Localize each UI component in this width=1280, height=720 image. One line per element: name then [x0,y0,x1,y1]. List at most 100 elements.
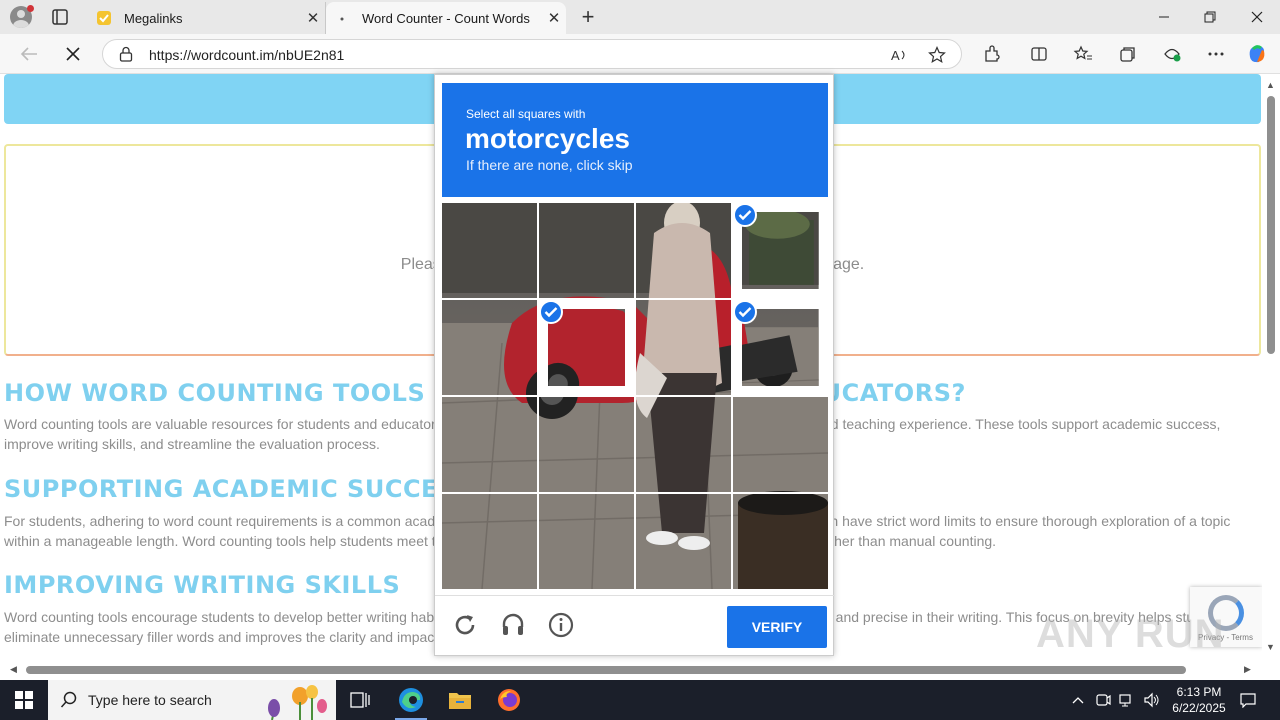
taskbar-clock[interactable]: 6:13 PM 6/22/2025 [1162,684,1236,716]
captcha-tile[interactable] [442,494,537,589]
captcha-tile[interactable] [442,203,537,298]
captcha-tile-image [636,494,731,589]
taskbar-search-box[interactable]: Type here to search [48,680,336,720]
edge-browser-icon[interactable] [387,680,435,720]
captcha-tile[interactable] [442,300,537,395]
captcha-footer: VERIFY [435,595,835,655]
close-window-icon[interactable] [1234,0,1280,34]
search-icon [60,691,77,708]
network-icon[interactable] [1116,680,1138,720]
horizontal-scroll-thumb[interactable] [26,666,1186,674]
scroll-right-icon[interactable]: ▶ [1244,664,1251,675]
captcha-tile[interactable] [539,203,634,298]
lock-icon[interactable] [119,46,133,67]
show-hidden-icons-chevron-icon[interactable] [1066,680,1090,720]
recaptcha-challenge: Select all squares with motorcycles If t… [434,74,835,656]
tab-title: Megalinks [124,10,183,26]
vertical-scroll-thumb[interactable] [1267,96,1275,354]
read-aloud-icon[interactable]: A [889,45,909,65]
captcha-target: motorcycles [465,123,630,154]
vertical-scrollbar[interactable]: ▲ ▼ [1262,74,1280,660]
captcha-tile[interactable] [442,397,537,492]
captcha-tile[interactable] [636,203,731,298]
info-icon[interactable] [546,610,576,640]
captcha-tile-image [442,494,537,589]
captcha-tile[interactable] [636,300,731,395]
meet-now-icon[interactable] [1092,680,1114,720]
scroll-up-icon[interactable]: ▲ [1266,80,1275,90]
captcha-tile-image [539,203,634,298]
captcha-tile[interactable] [733,397,828,492]
scroll-left-icon[interactable]: ◀ [10,664,17,675]
captcha-tile-image [548,309,625,386]
captcha-tile-image [442,203,537,298]
anyrun-watermark: ANY RUN [1036,612,1225,656]
minimize-icon[interactable] [1141,0,1187,34]
firefox-icon[interactable] [485,680,533,720]
close-tab-icon[interactable]: ✕ [301,9,325,27]
collections-icon[interactable] [1113,40,1143,68]
captcha-tile-image [742,212,819,289]
browser-toolbar: https://wordcount.im/nbUE2n81 A [0,34,1280,74]
search-placeholder[interactable]: Type here to search [88,692,212,708]
captcha-tile-image [636,203,731,298]
new-tab-button[interactable]: + [576,4,600,30]
tile-selected-check-icon [733,300,757,324]
captcha-header: Select all squares with motorcycles If t… [442,83,828,197]
browser-essentials-icon[interactable] [1157,40,1187,68]
scroll-down-icon[interactable]: ▼ [1266,642,1275,652]
tab-actions-icon[interactable] [50,8,70,26]
captcha-tile[interactable] [539,300,634,395]
captcha-tile-image [539,397,634,492]
captcha-tile[interactable] [636,397,731,492]
reload-icon[interactable] [450,610,480,640]
windows-start-icon[interactable] [0,680,48,720]
address-bar[interactable]: https://wordcount.im/nbUE2n81 A [102,39,962,69]
file-explorer-icon[interactable] [436,680,484,720]
task-view-icon[interactable] [336,680,384,720]
loading-favicon-icon [334,10,350,26]
tab-megalinks[interactable]: Megalinks ✕ [88,2,326,34]
browser-title-bar: Megalinks ✕ Word Counter - Count Words ✕… [0,0,1280,34]
captcha-tile-image [742,309,819,386]
captcha-instruction: Select all squares with [466,107,586,121]
captcha-tile[interactable] [733,494,828,589]
captcha-tile-image [442,300,537,395]
stop-loading-icon[interactable] [58,40,88,68]
captcha-tile[interactable] [733,300,828,395]
search-highlight-flowers-icon [268,685,327,720]
close-tab-icon[interactable]: ✕ [542,9,566,27]
captcha-tile-image [733,397,828,492]
copilot-icon[interactable] [1242,40,1272,68]
favorites-icon[interactable] [1068,40,1098,68]
captcha-tile[interactable] [636,494,731,589]
favorite-star-icon[interactable] [927,45,947,65]
captcha-tile[interactable] [539,397,634,492]
horizontal-scrollbar[interactable]: ◀ ▶ [0,660,1262,678]
extensions-icon[interactable] [976,40,1006,68]
audio-icon[interactable] [498,610,528,640]
clock-date: 6/22/2025 [1172,701,1226,715]
captcha-tile-image [636,397,731,492]
more-options-icon[interactable] [1201,40,1231,68]
back-arrow-icon[interactable] [14,40,44,68]
volume-icon[interactable] [1140,680,1162,720]
captcha-tile[interactable] [539,494,634,589]
captcha-tile[interactable] [733,203,828,298]
tab-title: Word Counter - Count Words [362,10,530,26]
captcha-tile-image [636,300,731,395]
captcha-hint: If there are none, click skip [466,157,633,173]
tab-word-counter[interactable]: Word Counter - Count Words ✕ [326,2,566,34]
notifications-icon[interactable] [1236,680,1260,720]
captcha-tile-image [442,397,537,492]
url-text[interactable]: https://wordcount.im/nbUE2n81 [149,47,344,63]
profile-notification-badge [27,5,34,12]
verify-button[interactable]: VERIFY [727,606,827,648]
windows-taskbar: Type here to search 6:13 PM 6/22/2025 [0,680,1280,720]
section-heading: SUPPORTING ACADEMIC SUCCESS [4,475,473,503]
megalinks-favicon-icon [96,10,112,26]
clock-time: 6:13 PM [1176,685,1222,699]
tile-selected-check-icon [539,300,563,324]
split-screen-icon[interactable] [1024,40,1054,68]
restore-icon[interactable] [1187,0,1233,34]
